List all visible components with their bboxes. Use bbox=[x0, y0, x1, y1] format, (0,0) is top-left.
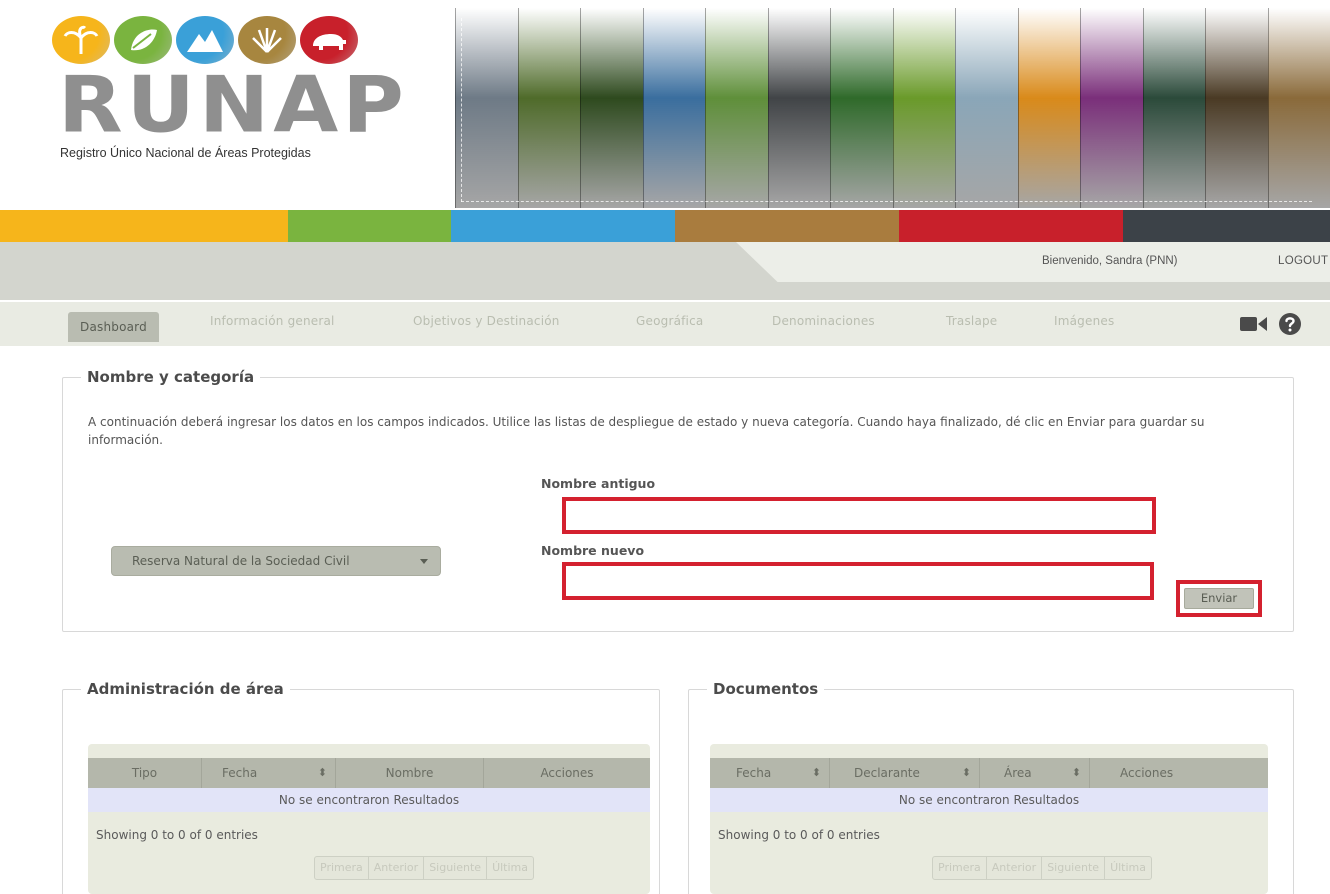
pager-prev[interactable]: Anterior bbox=[369, 857, 425, 879]
banner-photo-strip bbox=[1267, 8, 1330, 208]
banner-photo-strip bbox=[1142, 8, 1205, 208]
pager-next[interactable]: Siguiente bbox=[424, 857, 488, 879]
empty-results: No se encontraron Resultados bbox=[88, 788, 650, 812]
user-strip bbox=[736, 242, 1330, 282]
col-fecha[interactable]: Fecha ⬍ bbox=[202, 758, 336, 788]
banner-photo-strip bbox=[705, 8, 768, 208]
col-acciones: Acciones bbox=[540, 766, 594, 780]
header: RUNAP Registro Único Nacional de Áreas P… bbox=[0, 0, 1330, 212]
banner-photo-strip bbox=[955, 8, 1018, 208]
banner-photo-strip bbox=[1017, 8, 1080, 208]
banner-photo-strip bbox=[642, 8, 705, 208]
pager-prev[interactable]: Anterior bbox=[987, 857, 1043, 879]
banner-photo-strip bbox=[830, 8, 893, 208]
nature-banner bbox=[455, 8, 1330, 208]
logo-circles bbox=[52, 16, 392, 64]
admin-table: Tipo Fecha ⬍ Nombre Acciones No se encont… bbox=[88, 744, 650, 894]
banner-photo-strip bbox=[767, 8, 830, 208]
banner-photo-strip bbox=[580, 8, 643, 208]
video-camera-icon[interactable] bbox=[1240, 314, 1268, 334]
submit-highlight: Enviar bbox=[1176, 580, 1262, 617]
new-name-input[interactable] bbox=[562, 562, 1154, 600]
entries-info: Showing 0 to 0 of 0 entries bbox=[718, 828, 880, 842]
main-nav: Dashboard Información general Objetivos … bbox=[0, 300, 1330, 346]
admin-table-header: Tipo Fecha ⬍ Nombre Acciones bbox=[88, 758, 650, 788]
help-icon[interactable] bbox=[1278, 312, 1302, 336]
entries-info: Showing 0 to 0 of 0 entries bbox=[96, 828, 258, 842]
documents-legend: Documentos bbox=[713, 680, 819, 698]
col-nombre[interactable]: Nombre bbox=[336, 758, 484, 788]
category-select[interactable]: Reserva Natural de la Sociedad Civil bbox=[111, 546, 441, 576]
pager-first[interactable]: Primera bbox=[315, 857, 369, 879]
new-name-label: Nombre nuevo bbox=[541, 543, 645, 558]
col-fecha[interactable]: Fecha ⬍ bbox=[710, 758, 830, 788]
palm-tree-icon bbox=[52, 16, 110, 64]
sort-icon: ⬍ bbox=[961, 766, 971, 779]
pager-first[interactable]: Primera bbox=[933, 857, 987, 879]
tab-geografica[interactable]: Geográfica bbox=[636, 314, 703, 328]
bear-icon bbox=[300, 16, 358, 64]
empty-results: No se encontraron Resultados bbox=[710, 788, 1268, 812]
old-name-input[interactable] bbox=[562, 497, 1156, 534]
old-name-label: Nombre antiguo bbox=[541, 476, 656, 491]
tab-traslape[interactable]: Traslape bbox=[946, 314, 997, 328]
name-category-legend: Nombre y categoría bbox=[87, 368, 255, 386]
documents-table-header: Fecha ⬍ Declarante ⬍ Área ⬍ Acciones bbox=[710, 758, 1268, 788]
tab-denominaciones[interactable]: Denominaciones bbox=[772, 314, 875, 328]
col-declarante[interactable]: Declarante ⬍ bbox=[830, 758, 980, 788]
submit-button[interactable]: Enviar bbox=[1184, 588, 1254, 609]
user-bar: Bienvenido, Sandra (PNN) LOGOUT bbox=[0, 242, 1330, 300]
runap-logo[interactable]: RUNAP Registro Único Nacional de Áreas P… bbox=[52, 16, 408, 186]
banner-photo-strip bbox=[455, 8, 518, 208]
instructions-text: A continuación deberá ingresar los datos… bbox=[88, 415, 1205, 447]
color-bar bbox=[0, 210, 1330, 242]
admin-area-legend: Administración de área bbox=[87, 680, 284, 698]
col-acciones: Acciones bbox=[1120, 766, 1174, 780]
banner-photo-strip bbox=[1080, 8, 1143, 208]
tab-objetivos-destinacion[interactable]: Objetivos y Destinación bbox=[413, 314, 560, 328]
col-area[interactable]: Área ⬍ bbox=[980, 758, 1090, 788]
pager-next[interactable]: Siguiente bbox=[1042, 857, 1106, 879]
col-tipo[interactable]: Tipo bbox=[88, 758, 202, 788]
pagination: Primera Anterior Siguiente Última bbox=[314, 856, 534, 880]
leaf-icon bbox=[114, 16, 172, 64]
pager-last[interactable]: Última bbox=[1105, 857, 1151, 879]
banner-photo-strip bbox=[1205, 8, 1268, 208]
pager-last[interactable]: Última bbox=[487, 857, 533, 879]
sort-icon: ⬍ bbox=[317, 766, 327, 779]
tab-imagenes[interactable]: Imágenes bbox=[1054, 314, 1114, 328]
tab-dashboard[interactable]: Dashboard bbox=[68, 312, 159, 342]
category-select-value: Reserva Natural de la Sociedad Civil bbox=[132, 554, 350, 568]
nav-icons bbox=[1240, 312, 1302, 336]
welcome-text: Bienvenido, Sandra (PNN) bbox=[1042, 255, 1178, 267]
sort-icon: ⬍ bbox=[811, 766, 821, 779]
documents-table: Fecha ⬍ Declarante ⬍ Área ⬍ Acciones No se … bbox=[710, 744, 1268, 894]
logout-link[interactable]: LOGOUT bbox=[1278, 255, 1328, 267]
banner-photo-strip bbox=[517, 8, 580, 208]
pagination: Primera Anterior Siguiente Última bbox=[932, 856, 1152, 880]
mountain-icon bbox=[176, 16, 234, 64]
tab-informacion-general[interactable]: Información general bbox=[210, 314, 335, 328]
chevron-down-icon bbox=[420, 559, 428, 564]
sort-icon: ⬍ bbox=[1071, 766, 1081, 779]
grass-icon bbox=[238, 16, 296, 64]
brand-name: RUNAP bbox=[58, 59, 408, 150]
banner-photo-strip bbox=[892, 8, 955, 208]
